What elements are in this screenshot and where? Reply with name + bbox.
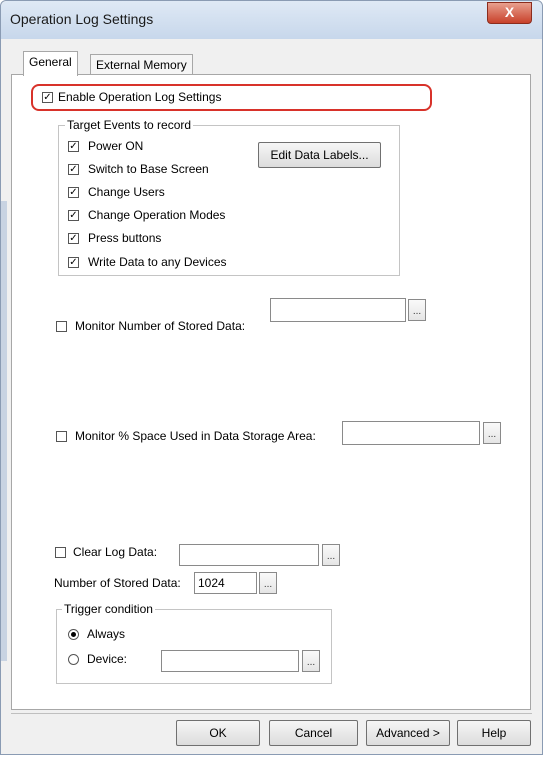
tab-general[interactable]: General xyxy=(23,51,78,76)
enable-label: Enable Operation Log Settings xyxy=(58,90,222,104)
monitor-space-field[interactable] xyxy=(342,421,480,445)
always-radio[interactable] xyxy=(68,629,79,640)
always-label: Always xyxy=(87,627,126,641)
monitor-stored-checkbox[interactable] xyxy=(56,321,67,332)
clear-log-checkbox[interactable] xyxy=(55,547,66,558)
write-data-label: Write Data to any Devices xyxy=(88,255,227,269)
press-buttons-checkbox[interactable]: ✓ xyxy=(68,233,79,244)
change-operation-modes-checkbox[interactable]: ✓ xyxy=(68,210,79,221)
cancel-button[interactable]: Cancel xyxy=(269,720,358,746)
monitor-space-label: Monitor % Space Used in Data Storage Are… xyxy=(75,429,316,443)
device-radio[interactable] xyxy=(68,654,79,665)
title-bar[interactable]: Operation Log Settings X xyxy=(1,1,542,39)
monitor-space-checkbox[interactable] xyxy=(56,431,67,442)
monitor-stored-field[interactable] xyxy=(270,298,406,322)
switch-base-screen-checkbox[interactable]: ✓ xyxy=(68,164,79,175)
stored-count-browse-button[interactable]: ... xyxy=(259,572,277,594)
power-on-checkbox[interactable]: ✓ xyxy=(68,141,79,152)
switch-base-screen-label: Switch to Base Screen xyxy=(88,162,209,176)
footer-divider xyxy=(11,713,532,714)
edit-data-labels-button[interactable]: Edit Data Labels... xyxy=(258,142,381,168)
ok-button[interactable]: OK xyxy=(176,720,260,746)
change-operation-modes-label: Change Operation Modes xyxy=(88,208,226,222)
clear-log-browse-button[interactable]: ... xyxy=(322,544,340,566)
monitor-space-browse-button[interactable]: ... xyxy=(483,422,501,444)
close-button[interactable]: X xyxy=(487,2,532,24)
stored-count-field[interactable]: 1024 xyxy=(194,572,257,594)
trigger-group xyxy=(56,609,332,684)
window-edge xyxy=(1,201,7,661)
stored-count-label: Number of Stored Data: xyxy=(54,576,181,590)
press-buttons-label: Press buttons xyxy=(88,231,162,245)
device-label: Device: xyxy=(87,652,128,666)
clear-log-label: Clear Log Data: xyxy=(73,545,158,559)
enable-checkbox[interactable]: ✓ xyxy=(42,92,53,103)
window-title: Operation Log Settings xyxy=(10,11,154,27)
tab-external-memory[interactable]: External Memory xyxy=(90,54,193,76)
power-on-label: Power ON xyxy=(88,139,144,153)
write-data-checkbox[interactable]: ✓ xyxy=(68,257,79,268)
device-field[interactable] xyxy=(161,650,299,672)
clear-log-field[interactable] xyxy=(179,544,319,566)
trigger-group-label: Trigger condition xyxy=(62,602,155,616)
change-users-label: Change Users xyxy=(88,185,165,199)
change-users-checkbox[interactable]: ✓ xyxy=(68,187,79,198)
target-events-group-label: Target Events to record xyxy=(65,118,194,132)
help-button[interactable]: Help xyxy=(457,720,531,746)
monitor-stored-label: Monitor Number of Stored Data: xyxy=(75,319,246,333)
device-browse-button[interactable]: ... xyxy=(302,650,320,672)
monitor-stored-browse-button[interactable]: ... xyxy=(408,299,426,321)
advanced-button[interactable]: Advanced > xyxy=(366,720,450,746)
dialog-window: Operation Log Settings X General Externa… xyxy=(0,0,543,755)
